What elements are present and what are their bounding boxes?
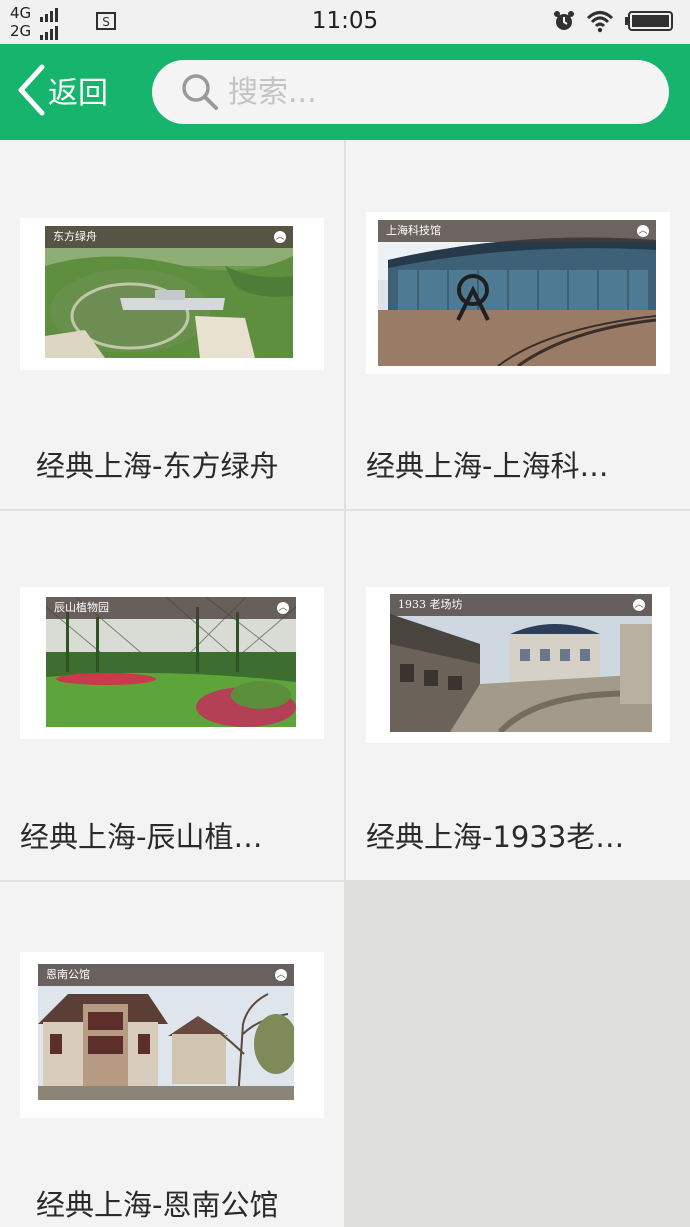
item-title: 经典上海-恩南公馆 xyxy=(36,1188,279,1222)
chevron-left-icon xyxy=(18,64,45,116)
wifi-icon xyxy=(586,11,614,33)
grid-item[interactable]: 恩南公馆 ︿ 经典上海-恩南公馆 xyxy=(0,882,344,1227)
thumbnail-banner: 上海科技馆 ︿ xyxy=(378,220,656,242)
thumbnail-image: 恩南公馆 ︿ xyxy=(38,964,294,1100)
thumbnail-banner-text: 上海科技馆 xyxy=(386,224,441,237)
grid-item[interactable]: 辰山植物园 ︿ 经典上海-辰山植… xyxy=(0,511,344,880)
thumbnail-banner-text: 辰山植物园 xyxy=(54,601,109,614)
thumbnail-banner: 1933 老场坊 ︿ xyxy=(390,594,652,616)
battery-icon xyxy=(625,11,673,31)
thumbnail-frame: 上海科技馆 ︿ xyxy=(366,212,670,374)
thumbnail-frame: 辰山植物园 ︿ xyxy=(20,587,324,739)
chevron-up-icon: ︿ xyxy=(275,969,287,981)
thumbnail-image: 辰山植物园 ︿ xyxy=(46,597,296,727)
header-bar: 返回 xyxy=(0,44,690,140)
grid-item[interactable]: 东方绿舟 ︿ 经典上海-东方绿舟 xyxy=(0,140,344,509)
item-title: 经典上海-辰山植… xyxy=(20,820,263,854)
status-bar: 4G 2G S 11:05 xyxy=(0,0,690,44)
item-title: 经典上海-上海科… xyxy=(366,449,609,483)
attraction-grid: 东方绿舟 ︿ 经典上海-东方绿舟 上海科技馆 ︿ 经典上海-上海科… 辰山植物园… xyxy=(0,140,690,1227)
thumbnail-banner-text: 东方绿舟 xyxy=(53,230,97,243)
back-button[interactable]: 返回 xyxy=(16,62,108,118)
search-icon xyxy=(182,74,218,110)
item-title: 经典上海-东方绿舟 xyxy=(36,449,279,483)
thumbnail-banner: 恩南公馆 ︿ xyxy=(38,964,294,986)
item-title: 经典上海-1933老… xyxy=(366,820,625,854)
thumbnail-image: 1933 老场坊 ︿ xyxy=(390,594,652,732)
thumbnail-frame: 东方绿舟 ︿ xyxy=(20,218,324,370)
thumbnail-banner-text: 1933 老场坊 xyxy=(398,598,463,611)
chevron-up-icon: ︿ xyxy=(637,225,649,237)
grid-item[interactable]: 上海科技馆 ︿ 经典上海-上海科… xyxy=(346,140,690,509)
chevron-up-icon: ︿ xyxy=(633,599,645,611)
search-input[interactable] xyxy=(228,74,648,110)
search-bar[interactable] xyxy=(152,60,669,124)
thumbnail-banner: 东方绿舟 ︿ xyxy=(45,226,293,248)
grid-item[interactable]: 1933 老场坊 ︿ 经典上海-1933老… xyxy=(346,511,690,880)
thumbnail-banner-text: 恩南公馆 xyxy=(46,968,90,981)
chevron-up-icon: ︿ xyxy=(277,602,289,614)
chevron-up-icon: ︿ xyxy=(274,231,286,243)
alarm-icon xyxy=(554,11,574,30)
thumbnail-image: 上海科技馆 ︿ xyxy=(378,220,656,366)
thumbnail-frame: 1933 老场坊 ︿ xyxy=(366,587,670,743)
back-label: 返回 xyxy=(48,76,108,111)
thumbnail-banner: 辰山植物园 ︿ xyxy=(46,597,296,619)
thumbnail-frame: 恩南公馆 ︿ xyxy=(20,952,324,1118)
thumbnail-image: 东方绿舟 ︿ xyxy=(45,226,293,358)
